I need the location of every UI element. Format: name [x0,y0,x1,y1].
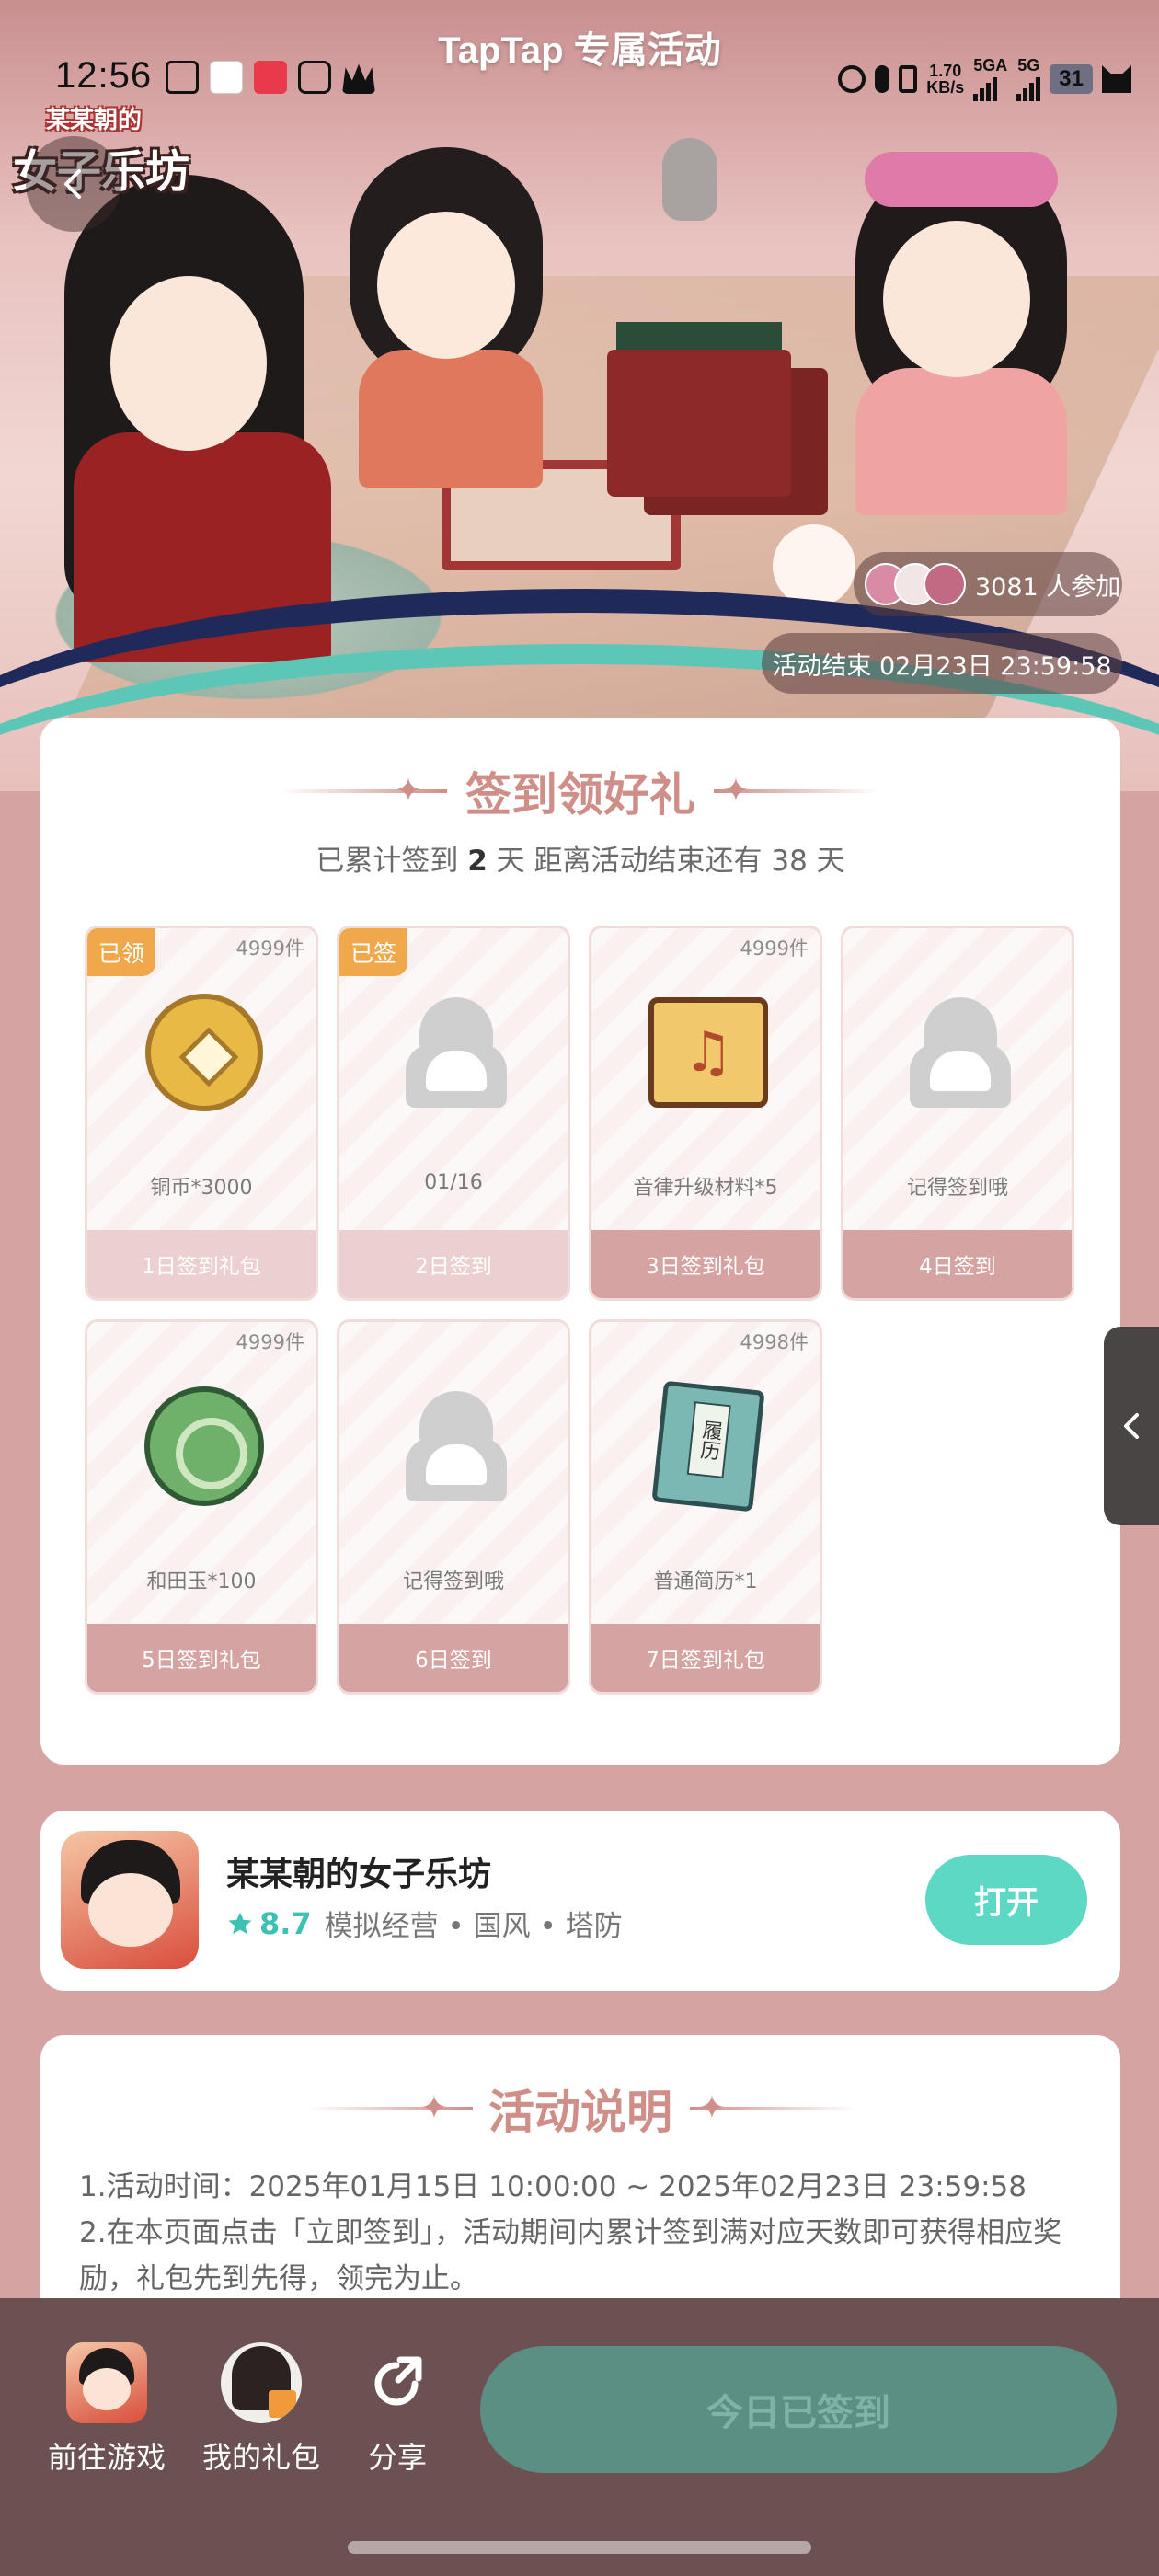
chevron-left-icon [64,169,81,199]
avatar [924,563,966,605]
placeholder-figure-icon [406,1391,507,1501]
vibrate-icon [899,65,918,93]
rules-line: 1.活动时间：2025年01月15日 10:00:00 ~ 2025年02月23… [79,2170,1027,2203]
signal-5ga: 5GA [973,57,1007,101]
signin-day-5[interactable]: 4999件 和田玉*100 5日签到礼包 [85,1319,318,1695]
notification-icons [166,61,375,94]
game-tags: 模拟经营 • 国风 • 塔防 [324,1910,623,1943]
hero-vase-art [662,138,717,221]
network-speed: 1.70 KB/s [926,62,965,97]
home-indicator[interactable] [348,2541,811,2554]
participants-badge: 3081 人参加 [854,552,1122,616]
stock-count: 4999件 [235,1331,304,1353]
bottom-action-bar: 前往游戏 我的礼包 分享 今日已签到 [0,2298,1159,2576]
day-3-button[interactable]: 3日签到礼包 [591,1230,820,1298]
go-to-game-button[interactable]: 前往游戏 [48,2342,166,2477]
game-app-meta: 8.7 模拟经营 • 国风 • 塔防 [226,1903,623,1944]
checked-in-today-button[interactable]: 今日已签到 [480,2346,1117,2473]
reward-label: 普通简历*1 [653,1570,758,1593]
share-button[interactable]: 分享 [357,2342,438,2477]
stock-count: 4998件 [740,1331,809,1353]
signin-day-4[interactable]: 记得签到哦 4日签到 [841,926,1074,1301]
status-time: 12:56 [55,55,153,96]
placeholder-figure-icon [406,997,507,1108]
day-4-button[interactable]: 4日签到 [843,1230,1072,1298]
day-1-button[interactable]: 1日签到礼包 [87,1230,316,1298]
signin-day-3[interactable]: 4999件 ♫ 音律升级材料*5 3日签到礼包 [589,926,822,1301]
side-drawer-tab[interactable] [1104,1327,1159,1525]
rules-text: 1.活动时间：2025年01月15日 10:00:00 ~ 2025年02月23… [79,2164,1082,2302]
reward-label: 和田玉*100 [146,1570,257,1593]
jade-icon [144,1386,264,1506]
signin-card: ✦ 签到领好礼 ✦ 已累计签到 2 天 距离活动结束还有 38 天 已领 499… [40,718,1120,1765]
signin-day-2[interactable]: 已签 01/16 2日签到 [337,926,570,1301]
signal-bars-icon [1016,74,1041,101]
m-app-icon [298,61,331,94]
alarm-icon [838,65,866,93]
star-icon [228,1912,252,1934]
reward-label: 记得签到哦 [402,1570,504,1593]
reward-label: 记得签到哦 [906,1177,1008,1200]
game-icon [66,2342,147,2423]
claimed-tag: 已领 [87,928,156,976]
game-app-card[interactable]: 某某朝的女子乐坊 8.7 模拟经营 • 国风 • 塔防 打开 [40,1811,1120,1991]
hero-pavilion-art [607,350,791,497]
day-7-button[interactable]: 7日签到礼包 [591,1624,820,1692]
reward-label: 铜币*3000 [150,1177,253,1200]
back-button[interactable] [26,136,121,232]
signin-day-1[interactable]: 已领 4999件 铜币*3000 1日签到礼包 [85,926,318,1301]
stock-count: 4999件 [235,937,304,960]
day-5-button[interactable]: 5日签到礼包 [87,1624,316,1692]
chevron-left-icon [1124,1413,1139,1439]
signal-bars-icon [973,74,1007,101]
participants-count: 3081 人参加 [975,572,1121,602]
crown-icon [342,63,375,94]
cat-icon [1102,65,1131,93]
my-gifts-button[interactable]: 我的礼包 [202,2342,320,2477]
resume-book-icon: 履历 [651,1380,765,1512]
day-2-button[interactable]: 2日签到 [339,1230,568,1298]
planet-app-icon [210,61,243,94]
game-app-name: 某某朝的女子乐坊 [226,1856,492,1893]
mic-icon [875,65,890,93]
day-6-button[interactable]: 6日签到 [339,1624,568,1692]
reward-label: 音律升级材料*5 [633,1177,778,1200]
title-decoration-right [690,2107,855,2110]
music-scroll-icon: ♫ [648,997,768,1108]
share-icon [357,2342,438,2423]
signed-tag: 已签 [339,928,408,976]
rules-line: 2.在本页面点击「立即签到」，活动期间内累计签到满对应天数即可获得相应奖励，礼包… [79,2216,1062,2295]
gift-avatar-icon [221,2342,302,2423]
reward-label: 01/16 [424,1171,483,1194]
signin-summary: 已累计签到 2 天 距离活动结束还有 38 天 [316,845,845,878]
activity-end-time: 活动结束 02月23日 23:59:58 [762,633,1122,694]
battery-indicator: 31 [1050,64,1093,94]
rules-title: 活动说明 [488,2086,672,2139]
hero-rabbit-art [773,524,855,607]
signin-days-count: 2 [467,845,488,878]
title-decoration-right [714,789,879,793]
signal-5g: 5G [1016,57,1041,101]
stock-count: 4999件 [740,937,809,960]
game-app-icon[interactable] [61,1831,199,1969]
signin-day-7[interactable]: 4998件 履历 普通简历*1 7日签到礼包 [589,1319,822,1695]
red-app-icon [254,61,287,94]
signin-day-6[interactable]: 记得签到哦 6日签到 [337,1319,570,1695]
coin-icon [145,994,263,1111]
signin-title: 签到领好礼 [465,768,695,822]
days-left-count: 38 [771,845,808,878]
placeholder-figure-icon [910,997,1011,1108]
status-right-icons: 1.70 KB/s 5GA 5G 31 [838,57,1131,101]
game-rating: 8.7 [226,1906,312,1941]
open-game-button[interactable]: 打开 [925,1855,1087,1945]
app-notification-icon [166,61,199,94]
participant-avatars [865,563,966,605]
